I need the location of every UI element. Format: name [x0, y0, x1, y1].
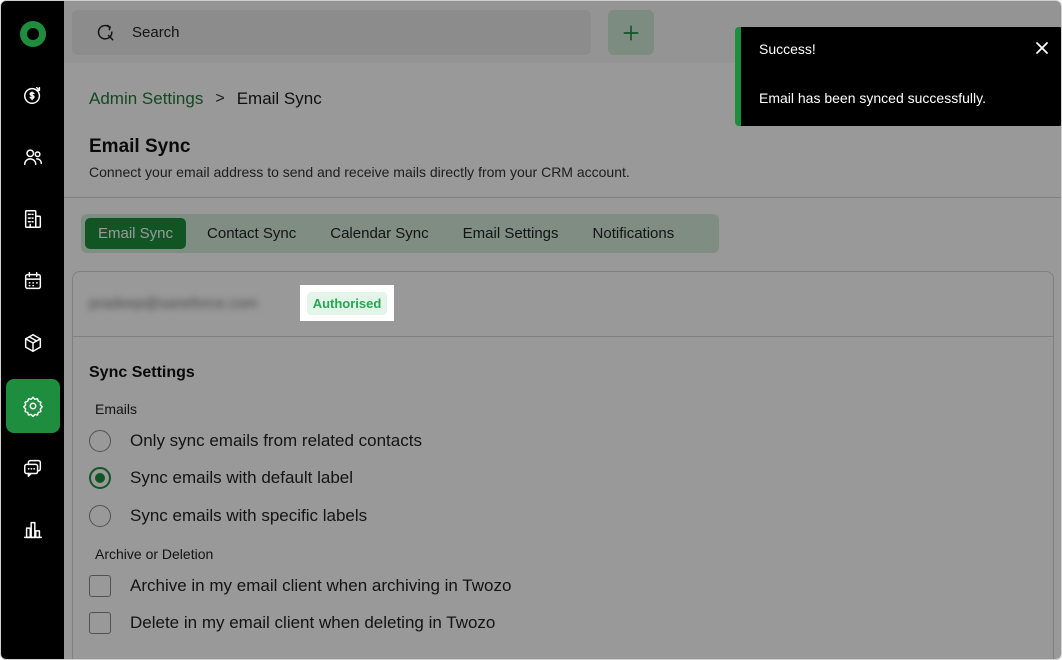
sidebar-item-chat[interactable] [6, 441, 60, 495]
sidebar-item-products[interactable] [6, 316, 60, 370]
checkbox-delete[interactable] [89, 612, 111, 634]
account-row: pradeep@saneforce.com [73, 272, 1053, 337]
archive-group-label: Archive or Deletion [95, 546, 214, 562]
success-toast: Success! Email has been synced successfu… [735, 27, 1061, 126]
breadcrumb-admin-settings[interactable]: Admin Settings [89, 89, 203, 109]
settings-tabs: Email Sync Contact Sync Calendar Sync Em… [81, 214, 719, 253]
search-input[interactable] [132, 10, 552, 55]
sidebar [1, 1, 64, 659]
plus-icon [623, 25, 639, 41]
analytics-icon [24, 521, 42, 539]
companies-icon [24, 210, 42, 228]
contacts-icon [24, 149, 42, 166]
sidebar-item-contacts[interactable] [6, 130, 60, 184]
search-bar[interactable] [72, 10, 591, 55]
deals-icon [24, 86, 41, 104]
tab-contact-sync[interactable]: Contact Sync [194, 218, 309, 249]
chat-icon [24, 459, 42, 477]
tab-calendar-sync[interactable]: Calendar Sync [317, 218, 441, 249]
products-icon [24, 334, 42, 352]
app-window: Admin Settings > Email Sync Email Sync C… [0, 0, 1062, 660]
twozo-logo-icon[interactable] [20, 21, 46, 47]
email-sync-card: pradeep@saneforce.com Sync Settings Emai… [72, 271, 1054, 659]
tab-notifications[interactable]: Notifications [580, 218, 688, 249]
sidebar-item-settings[interactable] [6, 379, 60, 433]
tab-email-sync[interactable]: Email Sync [85, 218, 187, 249]
page-description: Connect your email address to send and r… [89, 164, 630, 180]
option-label: Delete in my email client when deleting … [130, 613, 496, 632]
add-button[interactable] [608, 10, 654, 55]
sidebar-item-deals[interactable] [6, 68, 60, 122]
option-default-label[interactable]: Sync emails with default label [89, 467, 353, 489]
page-title: Email Sync [89, 136, 191, 157]
close-icon[interactable] [1035, 41, 1049, 55]
sidebar-item-companies[interactable] [6, 192, 60, 246]
sidebar-item-analytics[interactable] [6, 503, 60, 557]
toast-title: Success! [759, 41, 816, 57]
settings-icon [23, 396, 43, 417]
breadcrumb: Admin Settings > Email Sync [89, 89, 322, 109]
tab-email-settings[interactable]: Email Settings [450, 218, 572, 249]
breadcrumb-separator: > [215, 90, 225, 107]
checkbox-archive[interactable] [89, 575, 111, 597]
radio-default-label[interactable] [89, 467, 111, 489]
authorised-badge-highlight: Authorised [300, 285, 394, 321]
option-archive[interactable]: Archive in my email client when archivin… [89, 575, 511, 597]
toast-message: Email has been synced successfully. [759, 90, 986, 106]
option-label: Archive in my email client when archivin… [130, 576, 512, 595]
option-delete[interactable]: Delete in my email client when deleting … [89, 612, 495, 634]
sidebar-item-calendar[interactable] [6, 254, 60, 308]
radio-related-contacts[interactable] [89, 430, 111, 452]
option-label: Sync emails with default label [130, 468, 354, 487]
account-email: pradeep@saneforce.com [89, 295, 258, 312]
option-label: Only sync emails from related contacts [130, 431, 422, 450]
radio-specific-labels[interactable] [89, 505, 111, 527]
calendar-icon [24, 272, 42, 290]
emails-group-label: Emails [95, 401, 138, 417]
breadcrumb-current: Email Sync [236, 89, 322, 108]
option-label: Sync emails with specific labels [130, 506, 368, 525]
search-icon [97, 24, 114, 41]
status-badge: Authorised [306, 291, 388, 315]
sync-settings-title: Sync Settings [89, 364, 195, 381]
option-related-contacts[interactable]: Only sync emails from related contacts [89, 430, 422, 452]
option-specific-labels[interactable]: Sync emails with specific labels [89, 505, 367, 527]
header-divider [64, 197, 1061, 198]
